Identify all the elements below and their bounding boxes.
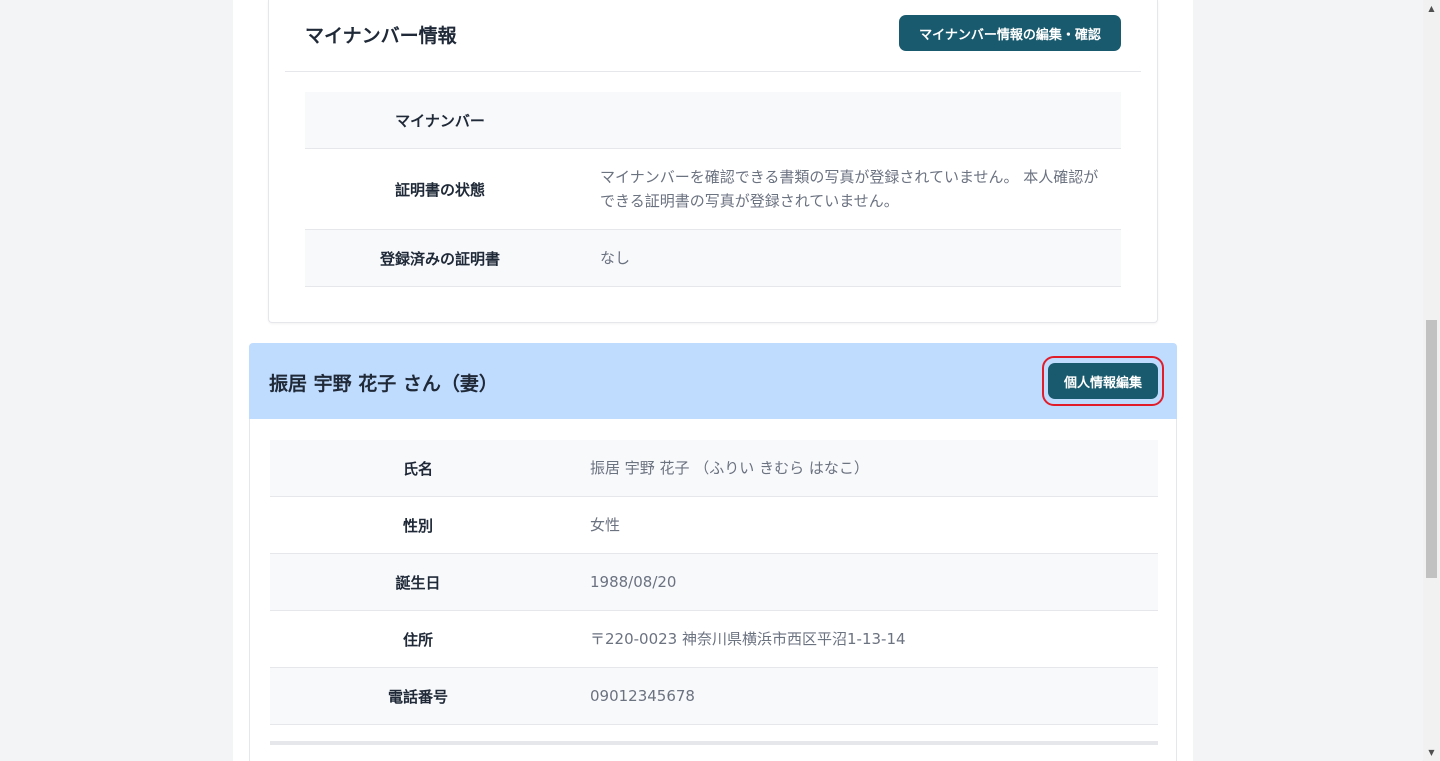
mynumber-header: マイナンバー情報 マイナンバー情報の編集・確認 (285, 0, 1141, 72)
mynumber-title: マイナンバー情報 (305, 25, 457, 47)
row-label: 誕生日 (395, 573, 441, 592)
main-content: マイナンバー情報 マイナンバー情報の編集・確認 マイナンバー 証明書の状態 マイ… (233, 0, 1193, 761)
row-value: 〒220-0023 神奈川県横浜市西区平沼1-13-14 (590, 630, 906, 648)
row-value: マイナンバーを確認できる書類の写真が登録されていません。 本人確認ができる証明書… (600, 168, 1099, 210)
table-row: マイナンバー (305, 92, 1121, 149)
mynumber-table: マイナンバー 証明書の状態 マイナンバーを確認できる書類の写真が登録されていませ… (305, 92, 1121, 287)
table-row: 登録済みの証明書 なし (305, 230, 1121, 287)
mynumber-card: マイナンバー情報 マイナンバー情報の編集・確認 マイナンバー 証明書の状態 マイ… (268, 0, 1158, 323)
row-value: なし (600, 249, 631, 267)
scrollbar-thumb[interactable] (1426, 320, 1437, 578)
table-row: 性別 女性 (270, 497, 1158, 554)
row-value: 振居 宇野 花子 （ふりい きむら はなこ） (590, 459, 869, 477)
mynumber-edit-button[interactable]: マイナンバー情報の編集・確認 (899, 15, 1121, 51)
row-label: 登録済みの証明書 (379, 249, 500, 268)
row-label: 電話番号 (387, 687, 448, 706)
table-row: 氏名 振居 宇野 花子 （ふりい きむら はなこ） (270, 440, 1158, 497)
spouse-table: 氏名 振居 宇野 花子 （ふりい きむら はなこ） 性別 女性 誕生日 1988… (270, 440, 1158, 725)
vertical-scrollbar[interactable]: ▲ ▼ (1423, 0, 1440, 761)
highlight-ring: 個人情報編集 (1042, 356, 1164, 406)
spouse-header: 振居 宇野 花子 さん（妻） 個人情報編集 (249, 343, 1177, 419)
row-label: マイナンバー (395, 111, 485, 130)
table-row: 誕生日 1988/08/20 (270, 554, 1158, 611)
table-row: 電話番号 09012345678 (270, 668, 1158, 725)
spouse-details: 氏名 振居 宇野 花子 （ふりい きむら はなこ） 性別 女性 誕生日 1988… (249, 419, 1177, 761)
row-label: 氏名 (402, 459, 433, 478)
personal-info-edit-button[interactable]: 個人情報編集 (1048, 363, 1158, 399)
spouse-title: 振居 宇野 花子 さん（妻） (269, 373, 498, 395)
row-label: 性別 (402, 516, 433, 535)
next-card-edge (270, 741, 1158, 761)
row-value: 女性 (590, 516, 621, 534)
row-label: 住所 (402, 630, 433, 649)
row-value: 09012345678 (590, 687, 695, 705)
triangle-down-icon[interactable]: ▼ (1423, 744, 1440, 761)
row-label: 証明書の状態 (394, 180, 485, 199)
triangle-up-icon[interactable]: ▲ (1423, 0, 1440, 17)
row-value: 1988/08/20 (590, 573, 677, 591)
table-row: 住所 〒220-0023 神奈川県横浜市西区平沼1-13-14 (270, 611, 1158, 668)
table-row: 証明書の状態 マイナンバーを確認できる書類の写真が登録されていません。 本人確認… (305, 149, 1121, 230)
